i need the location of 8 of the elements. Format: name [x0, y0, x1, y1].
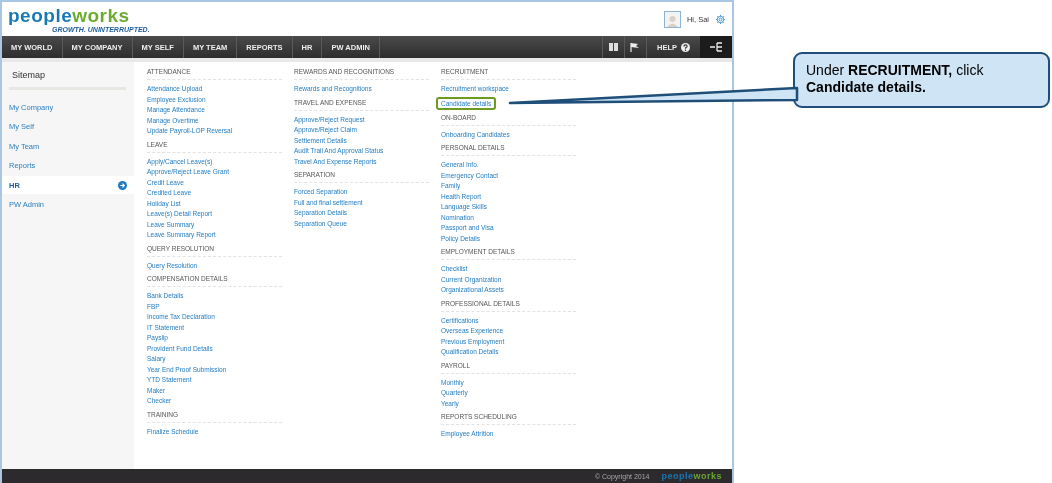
settings-icon[interactable]: [715, 13, 726, 25]
callout-text: Under RECRUITMENT, click Candidate details.: [806, 62, 984, 95]
arrow-right-icon: [118, 180, 127, 190]
footer-logo: peopleworks: [661, 471, 722, 481]
help-icon: [681, 42, 690, 52]
avatar: [663, 10, 681, 28]
menu-icon[interactable]: [700, 36, 732, 58]
sidebar-title: Sitemap: [11, 69, 47, 82]
